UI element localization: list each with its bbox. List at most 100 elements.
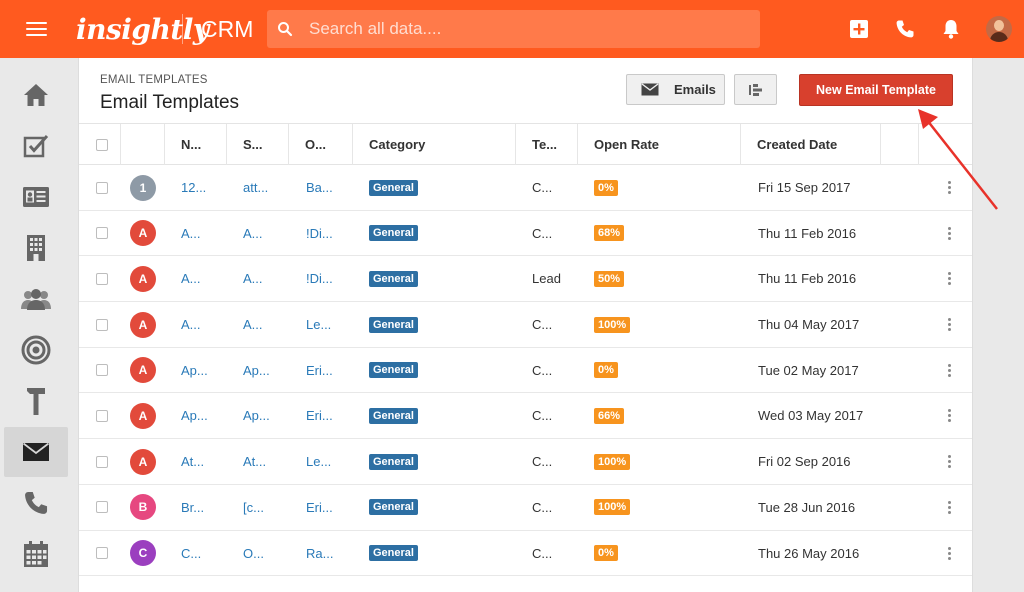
kebab-menu-icon[interactable]	[941, 409, 957, 423]
table-row[interactable]: 1 12... att... Ba... General C... 0% Fri…	[79, 165, 972, 211]
template-owner-link[interactable]: Eri...	[306, 485, 333, 530]
kebab-menu-icon[interactable]	[941, 546, 957, 560]
kebab-menu-icon[interactable]	[941, 272, 957, 286]
template-subject-link[interactable]: att...	[243, 165, 268, 210]
template-type: Lead	[532, 271, 561, 287]
sidebar-item-calls[interactable]	[4, 478, 68, 528]
kebab-menu-icon[interactable]	[941, 455, 957, 469]
table-row[interactable]: A A... A... !Di... General C... 68% Thu …	[79, 211, 972, 257]
template-subject-link[interactable]: A...	[243, 211, 263, 256]
template-subject-link[interactable]: O...	[243, 531, 264, 576]
row-checkbox[interactable]	[96, 409, 108, 422]
kebab-menu-icon[interactable]	[941, 226, 957, 240]
user-avatar[interactable]	[974, 0, 1024, 58]
column-header-created-date[interactable]: Created Date	[741, 124, 881, 165]
template-name-link[interactable]: C...	[181, 531, 201, 576]
row-checkbox[interactable]	[96, 181, 108, 194]
template-type: C...	[532, 499, 553, 515]
sidebar-item-calendar[interactable]	[4, 529, 68, 579]
category-tag: General	[369, 270, 418, 287]
filter-button[interactable]	[734, 74, 777, 105]
table-row[interactable]: A A... A... !Di... General Lead 50% Thu …	[79, 256, 972, 303]
template-name-link[interactable]: Ap...	[181, 393, 208, 438]
template-owner-link[interactable]: Eri...	[306, 348, 333, 393]
column-header-category[interactable]: Category	[353, 124, 516, 165]
template-owner-link[interactable]: !Di...	[306, 256, 333, 301]
envelope-icon	[641, 83, 659, 96]
template-badge: A	[130, 357, 156, 384]
template-subject-link[interactable]: Ap...	[243, 393, 270, 438]
column-header-subject[interactable]: S...	[227, 124, 289, 165]
row-checkbox[interactable]	[96, 455, 108, 468]
template-name-link[interactable]: A...	[181, 211, 201, 256]
created-date: Tue 02 May 2017	[758, 362, 859, 378]
template-subject-link[interactable]: At...	[243, 439, 266, 484]
template-owner-link[interactable]: !Di...	[306, 211, 333, 256]
template-subject-link[interactable]: Ap...	[243, 348, 270, 393]
sidebar-item-projects[interactable]	[4, 376, 68, 426]
template-owner-link[interactable]: Le...	[306, 439, 331, 484]
select-all-checkbox[interactable]	[96, 138, 108, 151]
template-subject-link[interactable]: [c...	[243, 485, 264, 530]
kebab-menu-icon[interactable]	[941, 500, 957, 514]
template-type: C...	[532, 180, 553, 195]
row-checkbox[interactable]	[96, 547, 108, 559]
row-checkbox[interactable]	[96, 272, 108, 285]
table-row[interactable]: A Ap... Ap... Eri... General C... 66% We…	[79, 393, 972, 440]
table-row[interactable]: A At... At... Le... General C... 100% Fr…	[79, 439, 972, 485]
sidebar-item-email[interactable]	[4, 427, 68, 477]
sidebar-item-organizations[interactable]	[4, 223, 68, 273]
sidebar-item-opportunities[interactable]	[4, 325, 68, 375]
table-row[interactable]: A Ap... Ap... Eri... General C... 0% Tue…	[79, 348, 972, 394]
sidebar-item-leads[interactable]	[4, 274, 68, 324]
search-bar[interactable]	[267, 10, 760, 48]
row-checkbox[interactable]	[96, 501, 108, 514]
template-owner-link[interactable]: Ra...	[306, 531, 333, 576]
kebab-menu-icon[interactable]	[941, 363, 957, 377]
template-owner-link[interactable]: Ba...	[306, 165, 333, 210]
created-date: Thu 04 May 2017	[758, 317, 860, 333]
row-checkbox[interactable]	[96, 364, 108, 377]
add-icon[interactable]	[836, 0, 882, 58]
emails-button[interactable]: Emails	[626, 74, 725, 105]
table-row[interactable]: A A... A... Le... General C... 100% Thu …	[79, 302, 972, 348]
row-actions-cell	[941, 485, 957, 530]
sidebar-item-home[interactable]	[4, 70, 68, 120]
template-type: C...	[532, 408, 553, 424]
badge-header	[121, 124, 165, 165]
new-email-template-button[interactable]: New Email Template	[799, 74, 953, 106]
row-badge-cell: A	[130, 256, 156, 301]
app-logo[interactable]: insightly	[72, 13, 209, 46]
open-rate-cell: 66%	[594, 393, 625, 438]
template-name-link[interactable]: 12...	[181, 165, 206, 210]
template-name-link[interactable]: Br...	[181, 485, 204, 530]
template-name-link[interactable]: A...	[181, 302, 201, 347]
created-date: Thu 26 May 2016	[758, 545, 860, 561]
template-name-link[interactable]: Ap...	[181, 348, 208, 393]
template-subject-link[interactable]: A...	[243, 302, 263, 347]
sidebar-item-contacts[interactable]	[4, 172, 68, 222]
row-checkbox[interactable]	[96, 318, 108, 331]
template-name-link[interactable]: A...	[181, 256, 201, 301]
hamburger-icon[interactable]	[0, 0, 72, 58]
kebab-menu-icon[interactable]	[941, 181, 957, 194]
open-rate-cell: 0%	[594, 165, 618, 210]
phone-icon[interactable]	[882, 0, 928, 58]
search-input[interactable]	[309, 19, 749, 39]
column-header-open-rate[interactable]: Open Rate	[578, 124, 741, 165]
template-owner-link[interactable]: Eri...	[306, 393, 333, 438]
select-all-cell	[79, 124, 121, 165]
column-header-name[interactable]: N...	[165, 124, 227, 165]
template-owner-link[interactable]: Le...	[306, 302, 331, 347]
sidebar-item-tasks[interactable]	[4, 121, 68, 171]
row-checkbox[interactable]	[96, 227, 108, 240]
table-row[interactable]: B Br... [c... Eri... General C... 100% T…	[79, 485, 972, 531]
template-subject-link[interactable]: A...	[243, 256, 263, 301]
template-name-link[interactable]: At...	[181, 439, 204, 484]
bell-icon[interactable]	[928, 0, 974, 58]
kebab-menu-icon[interactable]	[941, 318, 957, 332]
table-row[interactable]: C C... O... Ra... General C... 0% Thu 26…	[79, 531, 972, 577]
column-header-owner[interactable]: O...	[289, 124, 353, 165]
column-header-type[interactable]: Te...	[516, 124, 578, 165]
open-rate-cell: 0%	[594, 348, 618, 393]
